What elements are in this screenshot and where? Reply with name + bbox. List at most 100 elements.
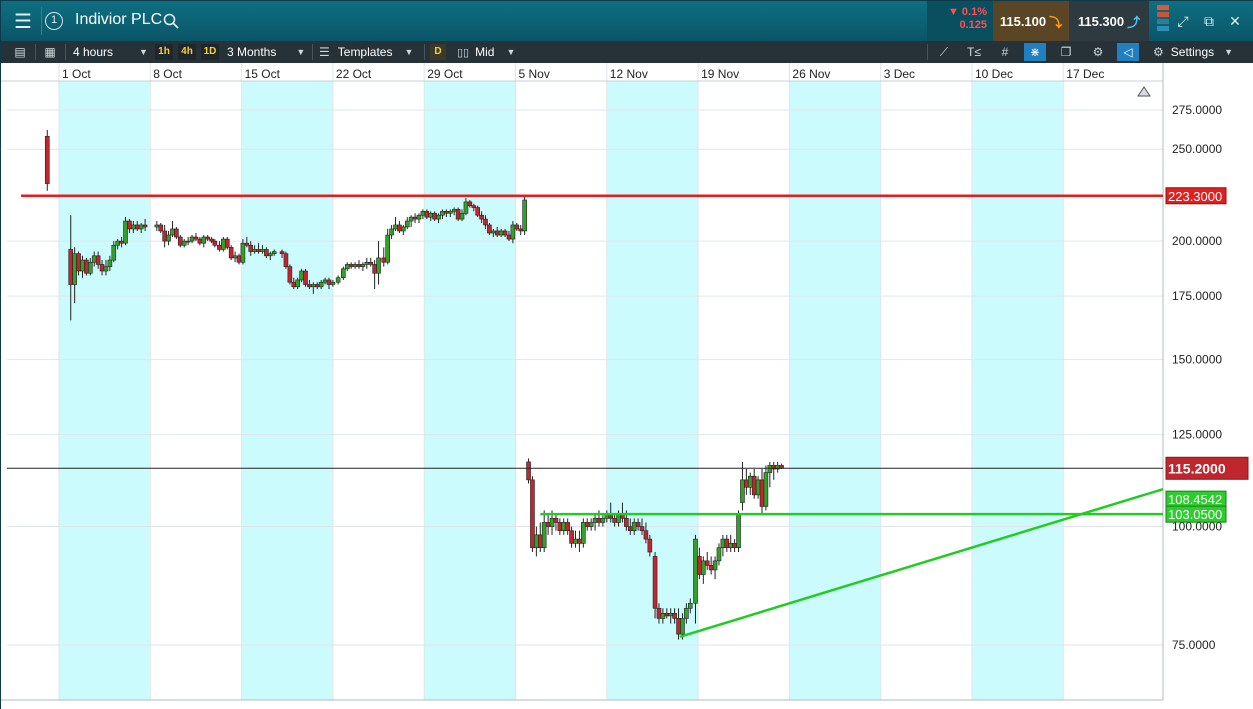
interval-4h-button[interactable]: 4h [178,44,196,60]
y-tick-label: 75.0000 [1172,638,1216,652]
list-icon[interactable]: ▤ [9,43,31,61]
y-tick-label: 250.0000 [1172,142,1222,156]
candle [123,217,128,246]
candle-body [565,522,570,531]
candle [652,552,658,619]
candle-body [212,240,218,246]
interval-select[interactable]: 4 hours ▼ [73,41,151,63]
candle-body [526,461,531,481]
settings-select[interactable]: ⚙ Settings ▼ [1153,41,1249,63]
candle [530,476,535,553]
range-select[interactable]: 3 Months ▼ [227,41,311,63]
templates-label: Templates [337,45,393,59]
buy-price-button[interactable]: 115.300 ⤴ [1069,1,1149,41]
candle-body [311,284,316,288]
price-chart[interactable]: 1 Oct 8 Oct 15 Oct 22 Oct 29 Oct 5 Nov 12 Nov 1… [1,63,1253,709]
line-tool-icon[interactable]: ⟋ [933,43,955,61]
candle-body [747,475,753,488]
candle-body [264,249,269,257]
candle-body [295,279,300,288]
text-tool-icon[interactable]: T≤ [963,43,985,61]
candle-body [256,249,261,252]
candle-body [123,220,128,244]
indicator-icon[interactable]: ⚙ [1087,43,1109,61]
chevron-down-icon: ▼ [139,47,148,57]
crosshair-icon[interactable]: ⋇ [1024,43,1046,61]
market-depth-icon[interactable] [1157,5,1169,37]
candle-body [170,228,175,236]
candle-body [541,522,547,548]
candle-body [573,538,578,544]
candle-body [189,236,195,242]
close-icon[interactable]: ✕ [1225,11,1245,31]
candle-body [549,518,555,527]
candle-body [111,244,117,261]
candle-body [217,244,222,250]
info-button[interactable]: 1 [43,9,65,33]
candle-body [267,253,273,257]
copy-icon[interactable]: ❐ [1055,43,1077,61]
candle-body [724,538,730,548]
candle-body [627,526,633,531]
search-icon[interactable] [161,9,181,33]
expand-icon[interactable]: ⤢ [1173,11,1193,31]
grid-icon[interactable]: # [994,43,1016,61]
candle-body [676,618,681,635]
shaded-week-band [59,81,151,700]
candle-body [479,214,484,220]
candle-body [376,257,381,274]
change-percent: 0.1% [961,6,987,18]
divider [424,44,425,60]
x-tick-label: 12 Nov [610,67,648,81]
interval-1h-button[interactable]: 1h [155,44,173,60]
candle-body [652,556,658,609]
candle-body [88,261,93,274]
candle-body [716,547,722,562]
info-badge: 1 [45,12,63,30]
candle-body [561,522,567,531]
candle-body [291,281,297,288]
interval-1d-button[interactable]: 1D [201,44,219,60]
candle-body [162,230,167,242]
candle-body [185,240,191,243]
instrument-title: Indivior PLC [75,11,163,28]
tag-icon[interactable]: ◁ [1117,43,1139,61]
candle-body [364,261,370,265]
sell-price-button[interactable]: 115.100 ⤵ [993,1,1069,41]
candle-body [510,224,516,240]
d-button[interactable]: D [430,44,446,60]
candle-body [248,244,254,252]
candle-body [656,607,662,619]
shaded-week-band [241,81,333,700]
candle-body [299,270,304,281]
candle-body [360,264,366,267]
candle-body [177,236,183,246]
candle-body [244,242,250,246]
interval-value: 4 hours [73,45,114,59]
templates-select[interactable]: ☰ Templates ▼ [319,41,421,63]
settings-label: Settings [1170,45,1215,59]
candle-body [260,249,265,252]
candle-body [577,538,582,544]
price-type-select[interactable]: ▯▯ Mid ▼ [457,41,523,63]
candle-body [416,214,422,220]
menu-icon[interactable]: ☰ [9,9,37,33]
candle-body [232,255,238,259]
candle-body [455,209,461,220]
candle-body [279,251,285,254]
candle-body [537,534,543,548]
chart-canvas[interactable]: 1 Oct 8 Oct 15 Oct 22 Oct 29 Oct 5 Nov 12 Nov 1… [1,63,1253,709]
candle-body [708,565,714,571]
candle-body [463,201,469,214]
price-change: ▼ 0.1% 0.125 [927,1,993,41]
bid-price: 115.100 [999,13,1047,29]
shaded-week-band [606,81,699,700]
candle-body [600,518,606,523]
layout-icon[interactable]: ▦ [39,43,61,61]
resistance-label-text: 223.3000 [1168,189,1222,204]
popout-icon[interactable]: ⧉ [1199,11,1219,31]
candle [174,226,179,240]
candle-body [596,518,602,523]
candle-body [393,224,398,230]
candle-body [389,228,394,236]
